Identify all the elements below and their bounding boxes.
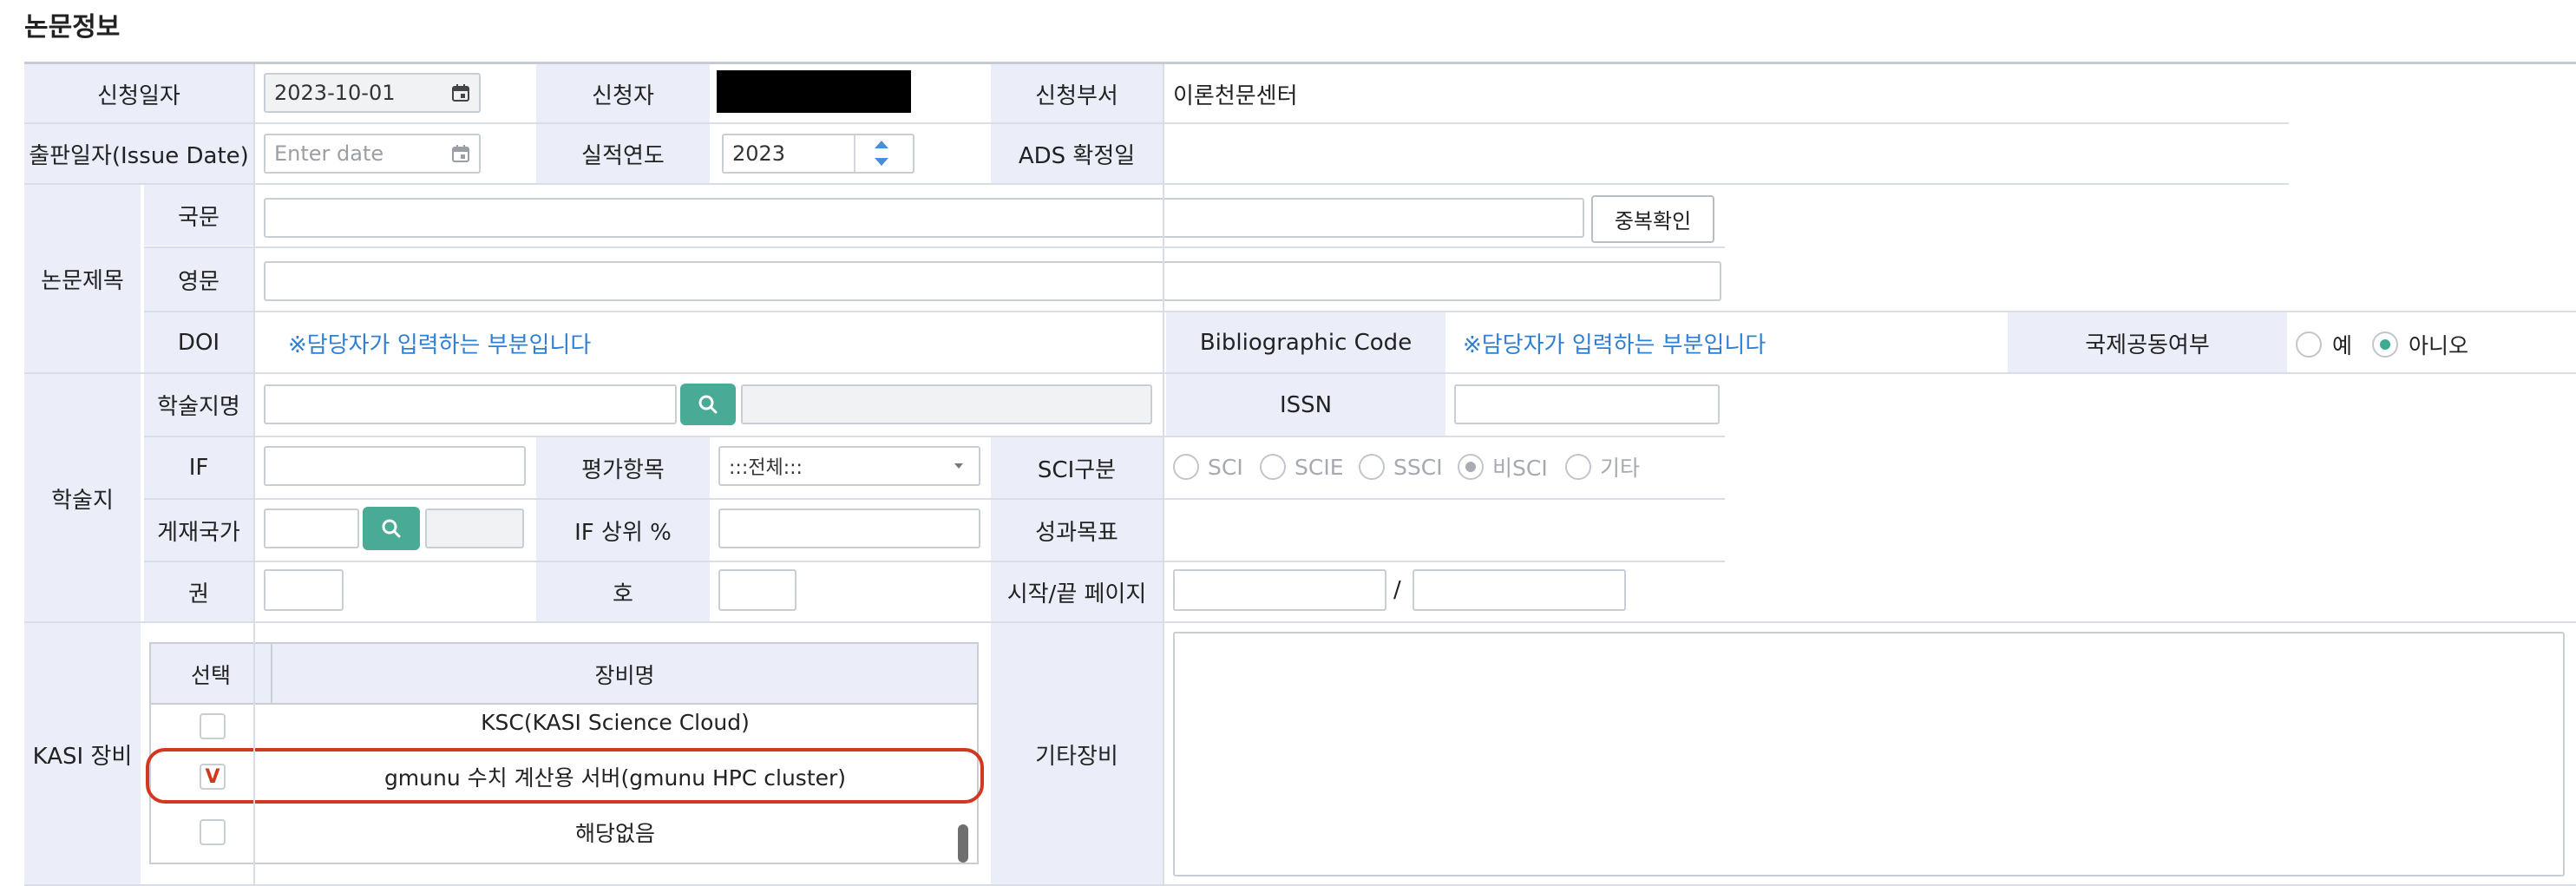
dept-label: 신청부서: [991, 64, 1163, 123]
country-search-button[interactable]: [363, 507, 420, 550]
apply-date-field[interactable]: 2023-10-01: [264, 73, 481, 113]
table-row: KSC(KASI Science Cloud): [151, 706, 977, 743]
eval-item-value: :::전체:::: [729, 457, 803, 479]
country-input[interactable]: [264, 509, 359, 548]
other-sci-radio-label: 기타: [1600, 456, 1641, 481]
journal-section-label: 학술지: [24, 374, 141, 622]
issue-label: 호: [536, 562, 710, 622]
issue-input[interactable]: [718, 569, 796, 611]
intl-no-label: 아니오: [2409, 333, 2469, 358]
calendar-icon[interactable]: [451, 83, 470, 102]
journal-name-input[interactable]: [264, 384, 677, 424]
kasi-section-label: KASI 장비: [24, 623, 141, 885]
doi-label: DOI: [144, 312, 253, 373]
col-name-header: 장비명: [594, 663, 655, 688]
other-equipment-label: 기타장비: [991, 623, 1163, 885]
dept-value: 이론천문센터: [1173, 82, 1298, 109]
apply-date-value: 2023-10-01: [274, 81, 396, 105]
intl-collab-label: 국제공동여부: [2008, 312, 2287, 373]
table-scrollbar[interactable]: [958, 824, 968, 863]
biblio-code-note: ※담당자가 입력하는 부분입니다: [1463, 331, 1766, 358]
journal-section-bottom: [24, 621, 2576, 623]
ads-label: ADS 확정일: [991, 124, 1163, 184]
biblio-code-label: Bibliographic Code: [1166, 312, 1445, 373]
intl-no-radio[interactable]: [2372, 331, 2398, 358]
journal-name-label: 학술지명: [144, 374, 253, 436]
stepper-down-icon[interactable]: [875, 158, 888, 166]
issn-label: ISSN: [1166, 374, 1445, 436]
grid-col-1: [253, 64, 255, 884]
stepper-divider: [854, 135, 855, 172]
start-page-input[interactable]: [1173, 569, 1386, 611]
issue-date-placeholder: Enter date: [274, 141, 384, 166]
target-label: 성과목표: [991, 500, 1163, 561]
chevron-down-icon: [954, 463, 963, 469]
country-label: 게재국가: [144, 500, 253, 561]
sci-type-label: SCI구분: [991, 437, 1163, 498]
country-readonly: [425, 509, 524, 548]
other-equipment-textarea[interactable]: [1173, 632, 2565, 876]
year-value: 2023: [732, 141, 786, 166]
duplicate-check-button[interactable]: 중복확인: [1591, 195, 1714, 243]
scie-radio-label: SCIE: [1295, 454, 1344, 480]
intl-yes-label: 예: [2332, 333, 2353, 358]
equipment-name: 해당없음: [574, 821, 655, 846]
end-page-input[interactable]: [1413, 569, 1626, 611]
form-top-border: [24, 62, 2576, 64]
other-sci-radio[interactable]: [1565, 454, 1591, 480]
pages-label: 시작/끝 페이지: [991, 562, 1163, 622]
volume-input[interactable]: [264, 569, 344, 611]
search-icon: [698, 395, 718, 414]
stepper-up-icon[interactable]: [875, 141, 888, 148]
non-sci-radio[interactable]: [1458, 454, 1484, 480]
journal-row1-divider: [144, 436, 1725, 437]
row2-divider: [24, 183, 2289, 185]
intl-yes-radio[interactable]: [2296, 331, 2322, 358]
table-header: 선택 장비명: [151, 644, 977, 705]
grid-col-2: [1163, 64, 1164, 884]
year-stepper[interactable]: 2023: [722, 134, 914, 174]
if-label: IF: [144, 437, 253, 498]
issue-date-field[interactable]: Enter date: [264, 134, 481, 174]
table-row: 해당없음: [151, 812, 977, 852]
equipment-name: KSC(KASI Science Cloud): [481, 709, 750, 735]
if-input[interactable]: [264, 446, 526, 486]
korean-row-divider: [144, 246, 1725, 248]
equipment-checkbox[interactable]: [200, 819, 226, 845]
sci-radio[interactable]: [1173, 454, 1199, 480]
eval-item-label: 평가항목: [536, 437, 710, 498]
doi-note: ※담당자가 입력하는 부분입니다: [288, 331, 592, 358]
scie-radio[interactable]: [1260, 454, 1286, 480]
pages-separator: /: [1393, 577, 1401, 603]
korean-title-label: 국문: [144, 185, 253, 246]
ssci-radio-label: SSCI: [1393, 454, 1443, 480]
journal-name-readonly: [741, 384, 1152, 424]
year-label: 실적연도: [536, 124, 710, 184]
if-rank-input[interactable]: [718, 509, 980, 548]
title-section-label: 논문제목: [24, 185, 141, 372]
equipment-checkbox[interactable]: [200, 713, 226, 739]
highlight-annotation: [146, 748, 984, 804]
sci-radio-label: SCI: [1208, 454, 1243, 480]
english-title-input[interactable]: [264, 261, 1721, 301]
applicant-redacted: [717, 70, 911, 113]
volume-label: 권: [144, 562, 253, 622]
korean-title-input[interactable]: [264, 198, 1584, 238]
calendar-icon[interactable]: [451, 144, 470, 163]
applicant-label: 신청자: [536, 64, 710, 123]
apply-date-label: 신청일자: [24, 64, 253, 123]
non-sci-radio-label: 비SCI: [1492, 456, 1548, 481]
search-icon: [382, 519, 401, 538]
journal-search-button[interactable]: [680, 384, 736, 425]
journal-row2-divider: [144, 498, 1725, 500]
english-title-label: 영문: [144, 248, 253, 311]
ssci-radio[interactable]: [1359, 454, 1385, 480]
if-rank-label: IF 상위 %: [536, 500, 710, 561]
page-title: 논문정보: [24, 12, 121, 43]
issue-date-label: 출판일자(Issue Date): [24, 124, 253, 184]
eval-item-select[interactable]: :::전체:::: [718, 446, 980, 486]
issn-input[interactable]: [1454, 384, 1720, 424]
journal-row3-divider: [144, 561, 1725, 562]
